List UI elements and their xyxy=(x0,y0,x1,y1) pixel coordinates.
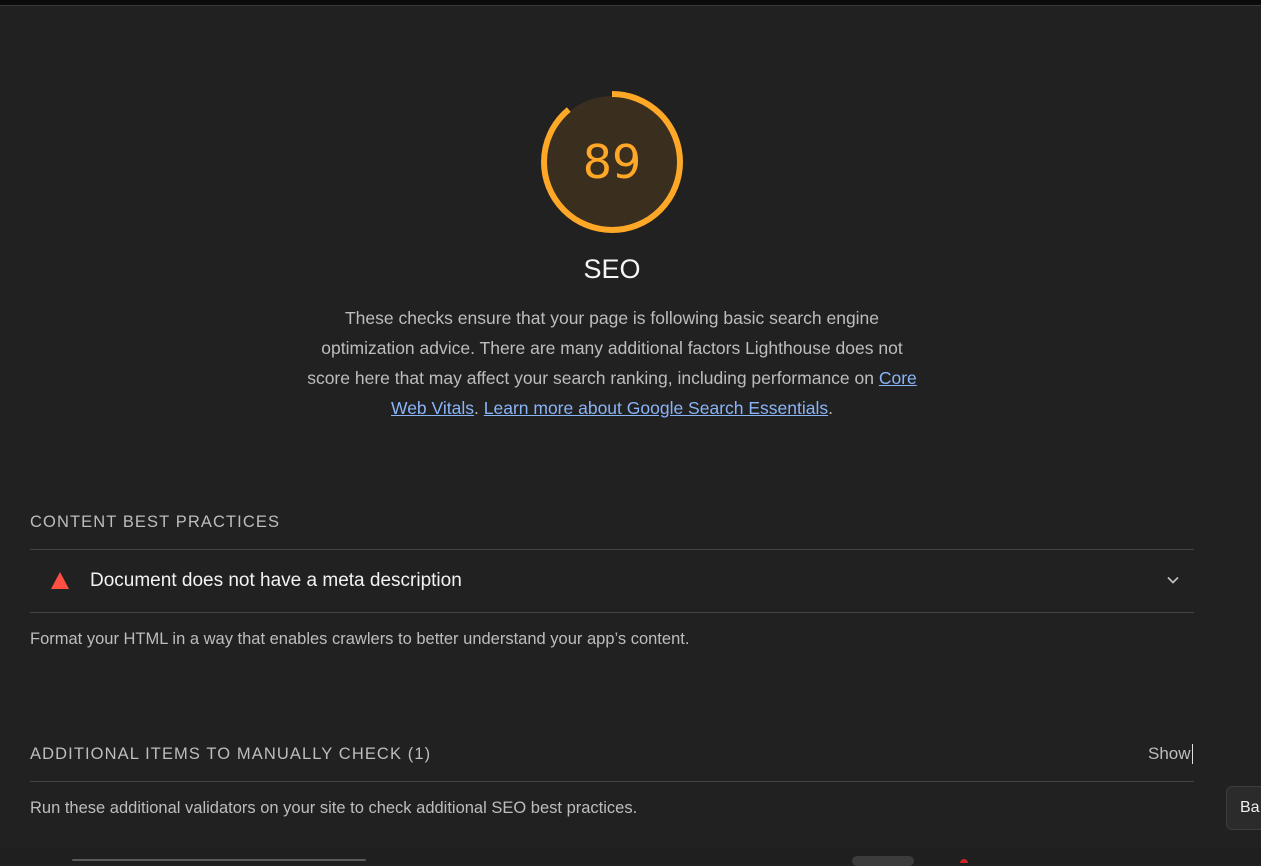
bottom-strip xyxy=(0,848,1261,866)
audit-divider xyxy=(30,612,1194,613)
description-separator: . xyxy=(474,398,484,418)
score-gauge: 89 xyxy=(540,90,684,234)
manual-group-divider xyxy=(30,781,1194,782)
category-description-text: These checks ensure that your page is fo… xyxy=(307,308,903,388)
category-description: These checks ensure that your page is fo… xyxy=(305,303,919,423)
bottom-bar-marker xyxy=(960,859,968,863)
side-tooltip: Ba xyxy=(1226,786,1261,830)
meta-description-audit[interactable]: Document does not have a meta descriptio… xyxy=(30,550,1194,612)
text-cursor xyxy=(1192,744,1193,764)
learn-more-link[interactable]: Learn more about Google Search Essential… xyxy=(484,398,828,418)
description-end: . xyxy=(828,398,833,418)
bottom-bar-line xyxy=(72,859,366,861)
manual-group-title: ADDITIONAL ITEMS TO MANUALLY CHECK (1) xyxy=(30,745,432,763)
chevron-down-icon[interactable] xyxy=(1166,573,1180,587)
content-group-description: Format your HTML in a way that enables c… xyxy=(30,630,690,648)
audit-title: Document does not have a meta descriptio… xyxy=(90,570,462,591)
window-top-edge xyxy=(0,0,1261,6)
manual-group-description: Run these additional validators on your … xyxy=(30,799,638,817)
content-group-title: CONTENT BEST PRACTICES xyxy=(30,513,281,531)
fail-triangle-icon xyxy=(51,572,69,589)
bottom-bar-pill xyxy=(852,856,914,866)
score-value: 89 xyxy=(582,135,642,189)
category-title: SEO xyxy=(583,254,641,284)
show-toggle-button[interactable]: Show xyxy=(1148,744,1191,764)
